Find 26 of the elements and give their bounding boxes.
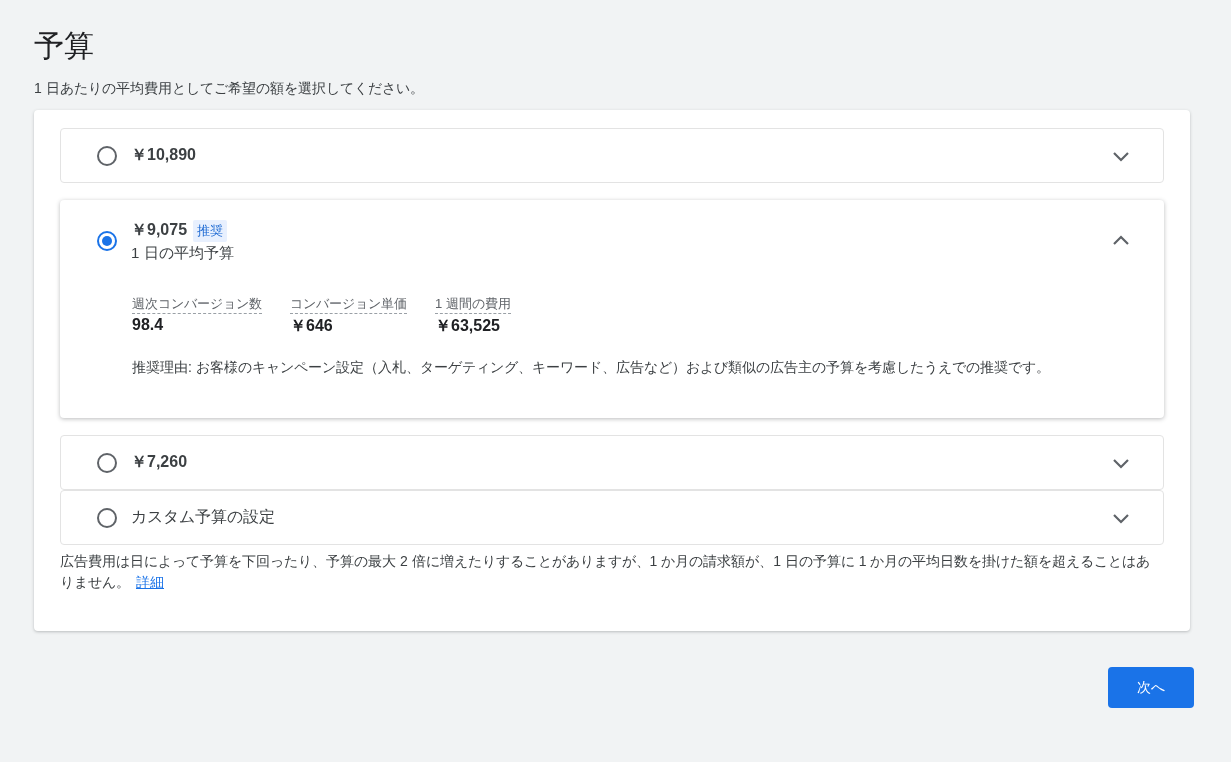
billing-note: 広告費用は日によって予算を下回ったり、予算の最大 2 倍に増えたりすることがありますが、1 か月の請求額が、1 日の予算に 1 か月の平均日数を掛けた額を超えることはありません。 詳細 <box>60 552 1152 592</box>
radio-button[interactable] <box>97 231 117 251</box>
metric-value: ￥63,525 <box>435 316 501 336</box>
metric-label: 1 週間の費用 <box>435 295 511 314</box>
next-button[interactable]: 次へ <box>1108 667 1194 708</box>
option-amount: ￥9,075 <box>131 220 188 240</box>
metric-label: コンバージョン単価 <box>290 295 407 314</box>
metric-value: ￥646 <box>290 316 334 336</box>
page-subtitle: 1 日あたりの平均費用としてご希望の額を選択してください。 <box>34 80 425 98</box>
radio-button[interactable] <box>97 452 117 473</box>
recommendation-reason: 推奨理由: お客様のキャンペーン設定（入札、ターゲティング、キーワード、広告など）および類似の広告主の予算を考慮したうえでの推奨です。 <box>132 358 1051 377</box>
option-label: カスタム予算の設定 <box>131 507 275 527</box>
option-amount: ￥7,260 <box>131 452 188 472</box>
budget-option[interactable]: ￥10,890 <box>60 128 1164 183</box>
metric-label: 週次コンバージョン数 <box>132 295 262 314</box>
metric-value: 98.4 <box>132 316 165 334</box>
details-link[interactable]: 詳細 <box>136 574 164 590</box>
budget-option[interactable]: ￥9,075 推奨 1 日の平均予算 週次コンバージョン数 98.4 コンバージョン単価 ￥646 1 週間の費用 ￥63,525 推奨理由: お客様のキャンペーン設定（入札、ターゲティング、キーワード、広告など）および類似の広告主の予算を考慮したうえでの推奨です。 <box>60 200 1164 418</box>
budget-option[interactable]: ￥7,260 <box>60 435 1164 490</box>
radio-button[interactable] <box>97 145 117 166</box>
option-caption: 1 日の平均予算 <box>131 243 235 263</box>
option-amount: ￥10,890 <box>131 145 196 165</box>
budget-option[interactable]: カスタム予算の設定 <box>60 490 1164 545</box>
recommended-badge: 推奨 <box>193 219 228 242</box>
radio-button[interactable] <box>97 507 117 528</box>
page-title: 予算 <box>34 28 95 64</box>
